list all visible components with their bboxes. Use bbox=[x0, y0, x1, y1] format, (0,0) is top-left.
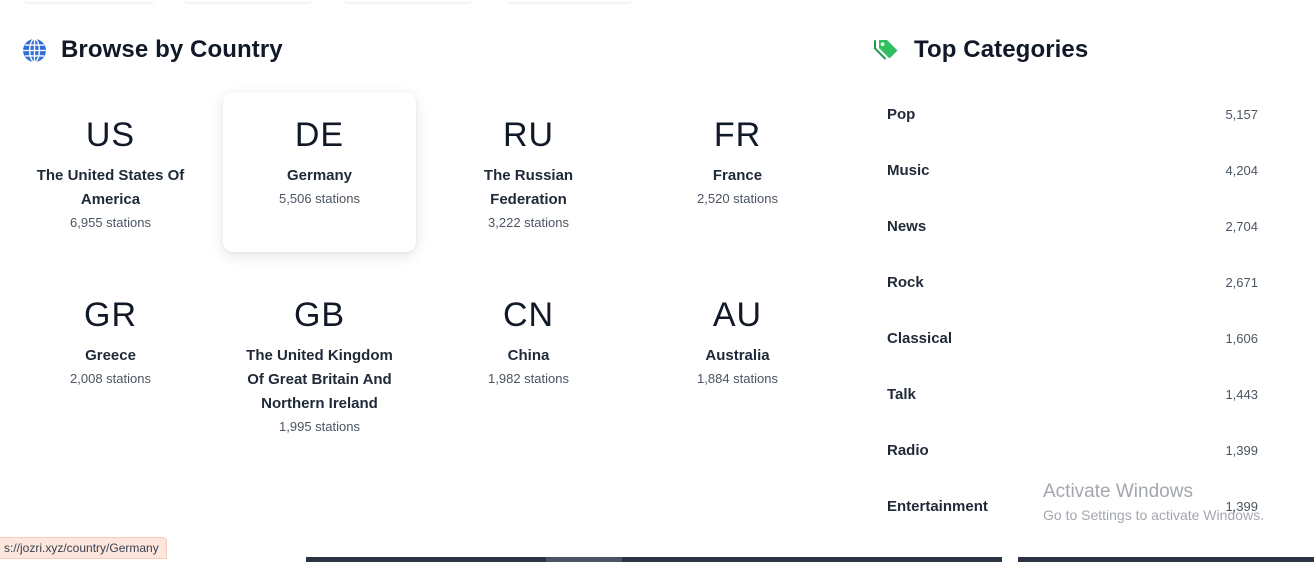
country-name: France bbox=[712, 167, 763, 184]
footer-edge bbox=[622, 557, 1002, 562]
country-code: RU bbox=[502, 116, 555, 154]
country-code: AU bbox=[712, 296, 763, 334]
category-item-radio[interactable]: Radio 1,399 bbox=[887, 422, 1259, 478]
country-name: Australia bbox=[705, 347, 770, 364]
station-count: 3,222 stations bbox=[488, 215, 569, 230]
category-count: 1,606 bbox=[1225, 330, 1258, 346]
footer-edge bbox=[546, 557, 622, 562]
section-title: Browse by Country bbox=[61, 36, 283, 63]
country-code: DE bbox=[294, 116, 345, 154]
category-item-pop[interactable]: Pop 5,157 bbox=[887, 86, 1259, 142]
station-count: 1,995 stations bbox=[279, 419, 360, 434]
category-count: 2,671 bbox=[1225, 274, 1258, 290]
category-name: Entertainment bbox=[887, 497, 988, 515]
status-bar-url: s://jozri.xyz/country/Germany bbox=[0, 537, 167, 559]
country-name: The United States Of America bbox=[36, 167, 185, 208]
category-name: Music bbox=[887, 161, 930, 179]
station-count: 1,982 stations bbox=[488, 371, 569, 386]
country-card-gb[interactable]: GB The United Kingdom Of Great Britain A… bbox=[223, 272, 416, 434]
card-remnant bbox=[184, 0, 312, 3]
category-name: News bbox=[887, 217, 927, 235]
card-remnant bbox=[506, 0, 632, 3]
category-name: Radio bbox=[887, 441, 929, 459]
country-code: FR bbox=[713, 116, 762, 154]
station-count: 2,520 stations bbox=[697, 191, 778, 206]
footer-edge bbox=[1018, 557, 1314, 562]
category-item-news[interactable]: News 2,704 bbox=[887, 198, 1259, 254]
category-count: 1,443 bbox=[1225, 386, 1258, 402]
card-remnant bbox=[24, 0, 154, 3]
country-name: The United Kingdom Of Great Britain And … bbox=[246, 347, 393, 412]
station-count: 1,884 stations bbox=[697, 371, 778, 386]
category-count: 2,704 bbox=[1225, 218, 1258, 234]
category-name: Rock bbox=[887, 273, 924, 291]
card-remnant bbox=[344, 0, 472, 3]
category-count: 1,399 bbox=[1225, 498, 1258, 514]
country-code: GR bbox=[84, 296, 137, 334]
category-item-entertainment[interactable]: Entertainment 1,399 bbox=[887, 478, 1259, 534]
browse-by-country-header: Browse by Country bbox=[21, 36, 283, 64]
country-card-us[interactable]: US The United States Of America 6,955 st… bbox=[14, 92, 207, 252]
category-name: Classical bbox=[887, 329, 953, 347]
tags-icon bbox=[874, 37, 900, 63]
category-list: Pop 5,157 Music 4,204 News 2,704 Rock 2,… bbox=[887, 86, 1259, 534]
top-categories-header: Top Categories bbox=[874, 36, 1088, 64]
category-count: 1,399 bbox=[1225, 442, 1258, 458]
section-title: Top Categories bbox=[914, 36, 1089, 63]
country-card-cn[interactable]: CN China 1,982 stations bbox=[432, 272, 625, 432]
country-code: GB bbox=[293, 296, 346, 334]
category-item-classical[interactable]: Classical 1,606 bbox=[887, 310, 1259, 366]
category-item-music[interactable]: Music 4,204 bbox=[887, 142, 1259, 198]
country-card-ru[interactable]: RU The Russian Federation 3,222 stations bbox=[432, 92, 625, 252]
country-code: US bbox=[85, 116, 136, 154]
country-name: Germany bbox=[286, 167, 353, 184]
category-name: Pop bbox=[887, 105, 916, 123]
country-grid: US The United States Of America 6,955 st… bbox=[14, 92, 852, 434]
country-card-fr[interactable]: FR France 2,520 stations bbox=[641, 92, 834, 252]
category-count: 5,157 bbox=[1225, 106, 1258, 122]
globe-icon bbox=[21, 37, 47, 63]
category-item-rock[interactable]: Rock 2,671 bbox=[887, 254, 1259, 310]
category-item-talk[interactable]: Talk 1,443 bbox=[887, 366, 1259, 422]
country-name: Greece bbox=[85, 347, 136, 364]
country-name: China bbox=[507, 347, 550, 364]
station-count: 2,008 stations bbox=[70, 371, 151, 386]
country-card-de[interactable]: DE Germany 5,506 stations bbox=[223, 92, 416, 252]
footer-edge bbox=[306, 557, 546, 562]
category-name: Talk bbox=[887, 385, 916, 403]
station-count: 6,955 stations bbox=[70, 215, 151, 230]
country-code: CN bbox=[502, 296, 555, 334]
country-card-gr[interactable]: GR Greece 2,008 stations bbox=[14, 272, 207, 432]
category-count: 4,204 bbox=[1225, 162, 1258, 178]
country-name: The Russian Federation bbox=[483, 167, 574, 208]
country-card-au[interactable]: AU Australia 1,884 stations bbox=[641, 272, 834, 432]
station-count: 5,506 stations bbox=[279, 191, 360, 206]
